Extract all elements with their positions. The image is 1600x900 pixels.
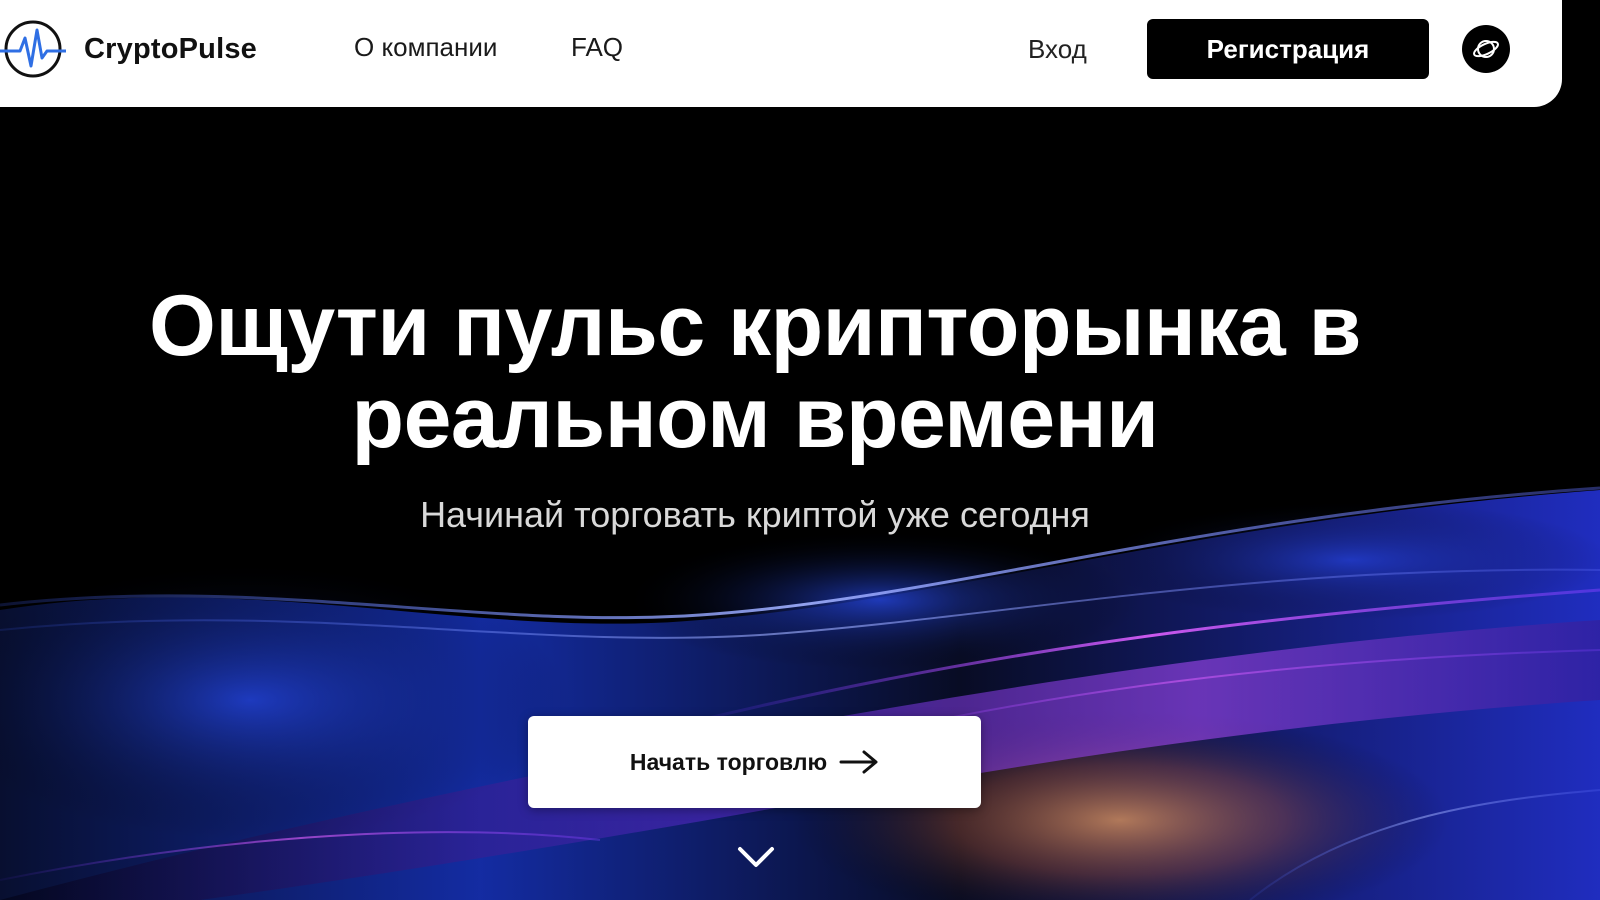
hero-title: Ощути пульс крипторынка в реальном време…	[148, 278, 1362, 466]
pulse-logo-icon	[0, 20, 66, 78]
hero-subtitle: Начинай торговать криптой уже сегодня	[420, 494, 1090, 535]
arrow-right-icon	[839, 750, 878, 774]
start-trading-label: Начать торговлю	[629, 748, 828, 775]
planet-icon	[1473, 40, 1499, 58]
nav-link-faq[interactable]: FAQ	[571, 32, 623, 63]
start-trading-button[interactable]: Начать торговлю	[528, 716, 981, 808]
landing-page: CryptoPulse О компании FAQ Вход Регистра…	[0, 0, 1600, 900]
top-navbar: CryptoPulse О компании FAQ Вход Регистра…	[0, 0, 1562, 107]
login-link[interactable]: Вход	[1028, 34, 1087, 65]
register-button[interactable]: Регистрация	[1147, 19, 1429, 79]
brand-name: CryptoPulse	[84, 32, 258, 65]
chevron-down-icon	[738, 847, 774, 867]
nav-link-about[interactable]: О компании	[354, 32, 497, 63]
language-switch-button[interactable]	[1462, 25, 1510, 73]
scroll-down-button[interactable]	[734, 840, 778, 874]
brand-logo[interactable]: CryptoPulse	[0, 18, 257, 80]
